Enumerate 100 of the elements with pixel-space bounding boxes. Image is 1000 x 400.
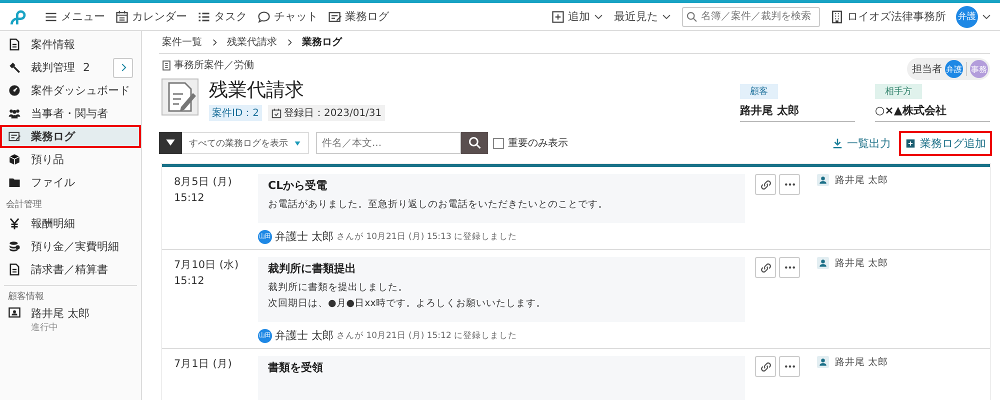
plus-square-icon bbox=[551, 10, 565, 24]
more-icon bbox=[784, 365, 794, 368]
speech-bubble-icon bbox=[257, 10, 271, 24]
party-name[interactable]: 路井尾 太郎 bbox=[740, 103, 855, 118]
link-button[interactable] bbox=[755, 356, 776, 377]
person-icon bbox=[817, 174, 829, 186]
search-field[interactable]: 件名／本文... bbox=[316, 132, 461, 154]
sidebar-item-label: 路井尾 太郎 bbox=[31, 306, 90, 321]
entry-time: 15:12 bbox=[174, 191, 206, 206]
entry-time: 15:12 bbox=[174, 274, 206, 289]
breadcrumb-link[interactable]: 業務ログ bbox=[302, 35, 342, 49]
gavel-icon bbox=[8, 61, 21, 74]
entry-text: 裁判所に書類を提出しました。 bbox=[268, 281, 409, 295]
export-link[interactable]: 一覧出力 bbox=[828, 132, 895, 154]
section-heading: 会計管理 bbox=[5, 198, 43, 212]
entry-title: 書類を受領 bbox=[268, 360, 324, 375]
breadcrumb-link[interactable]: 残業代請求 bbox=[227, 35, 277, 49]
filter-dropdown[interactable]: すべての業務ログを表示 bbox=[159, 132, 309, 154]
search-field[interactable]: 名簿／案件／裁判を検索 bbox=[682, 6, 820, 26]
sidebar-item[interactable]: 案件ダッシュボード bbox=[0, 79, 141, 102]
role-tag: 相手方 bbox=[875, 84, 922, 99]
author-name: 弁護士 太郎 bbox=[275, 328, 334, 343]
entry-text: 次回期日は、●月●日xx時です。よろしくお願いいたします。 bbox=[268, 297, 547, 311]
recent-dropdown[interactable]: 最近見た bbox=[614, 9, 672, 24]
note-pencil-icon bbox=[8, 130, 21, 143]
checkbox[interactable] bbox=[493, 138, 504, 148]
add-dropdown[interactable]: 追加 bbox=[551, 9, 604, 24]
gauge-icon bbox=[8, 84, 21, 97]
nav-link[interactable]: カレンダー bbox=[115, 9, 187, 24]
entry-date: 7月10日 (水) bbox=[174, 258, 240, 273]
calendar-check-icon bbox=[271, 108, 282, 118]
document-icon bbox=[8, 38, 21, 51]
registered-date-tag: 登録日：2023/01/31 bbox=[268, 105, 385, 121]
status-label: 進行中 bbox=[31, 322, 59, 334]
entry-date: 8月5日 (月) bbox=[174, 175, 233, 190]
note-pencil-icon bbox=[328, 10, 342, 24]
role-tag: 顧客 bbox=[740, 84, 778, 99]
checkbox-label: 重要のみ表示 bbox=[508, 136, 568, 150]
sidebar-item[interactable]: 請求書／精算書 bbox=[0, 258, 141, 281]
building-icon bbox=[161, 60, 172, 70]
sidebar-item[interactable]: 当事者・関与者 bbox=[0, 102, 141, 125]
sidebar-item[interactable]: 路井尾 太郎 進行中 bbox=[4, 304, 137, 336]
entry-card[interactable]: CLから受電 お電話がありました。至急折り返しのお電話をいただきたいとのことです。 bbox=[258, 174, 745, 223]
registered-note: さんが 10月21日 (月) 15:12 に登録しました bbox=[336, 330, 518, 342]
assignee-label: 担当者 bbox=[912, 62, 942, 76]
nav-link[interactable]: タスク bbox=[197, 9, 247, 24]
more-button[interactable] bbox=[779, 174, 800, 195]
registered-note: さんが 10月21日 (月) 15:13 に登録しました bbox=[336, 230, 518, 242]
building-icon bbox=[830, 10, 844, 24]
entry-card[interactable]: 裁判所に書類提出 裁判所に書類を提出しました。 次回期日は、●月●日xx時です。よろしくお願いいたします。 bbox=[258, 257, 745, 322]
office-link[interactable]: ロイオズ法律事務所 bbox=[830, 9, 946, 24]
sidebar-item[interactable]: 案件情報 bbox=[0, 33, 141, 56]
add-log-button[interactable]: 業務ログ追加 bbox=[901, 132, 990, 154]
assignee-avatar[interactable]: 弁護 bbox=[945, 60, 963, 78]
user-menu[interactable]: 弁護 bbox=[956, 6, 992, 28]
sidebar-item[interactable]: 預り品 bbox=[0, 148, 141, 171]
expand-button[interactable] bbox=[113, 58, 133, 78]
calendar-icon bbox=[115, 10, 129, 24]
link-icon bbox=[758, 178, 772, 192]
search-button[interactable] bbox=[461, 132, 488, 154]
user-avatar: 弁護 bbox=[956, 6, 978, 28]
sidebar-item[interactable]: 裁判管理 2 bbox=[0, 56, 141, 79]
more-icon bbox=[784, 183, 794, 186]
filter-icon bbox=[159, 132, 182, 154]
entry-title: CLから受電 bbox=[268, 178, 328, 193]
link-button[interactable] bbox=[755, 257, 776, 278]
link-icon bbox=[758, 260, 772, 274]
coins-icon bbox=[8, 240, 21, 253]
more-icon bbox=[784, 266, 794, 269]
case-id-tag: 案件ID：2 bbox=[209, 105, 262, 121]
sidebar-item[interactable]: 預り金／実費明細 bbox=[0, 235, 141, 258]
contact-card-icon bbox=[8, 306, 21, 319]
folder-icon bbox=[8, 176, 21, 189]
sidebar-item[interactable]: 業務ログ bbox=[0, 125, 141, 148]
nav-link[interactable]: 業務ログ bbox=[328, 9, 389, 24]
list-icon bbox=[197, 10, 211, 24]
party-name[interactable]: ○×▲株式会社 bbox=[875, 103, 990, 118]
document-pen-icon bbox=[161, 78, 201, 118]
breadcrumb-link[interactable]: 案件一覧 bbox=[162, 35, 202, 49]
more-button[interactable] bbox=[779, 257, 800, 278]
sidebar-item[interactable]: 報酬明細 bbox=[0, 212, 141, 235]
more-button[interactable] bbox=[779, 356, 800, 377]
nav-link[interactable]: メニュー bbox=[44, 9, 105, 24]
count-label: 2 bbox=[83, 61, 90, 74]
client-name: 路井尾 太郎 bbox=[835, 174, 888, 187]
person-icon bbox=[817, 257, 829, 269]
nav-link[interactable]: チャット bbox=[257, 9, 318, 24]
link-button[interactable] bbox=[755, 174, 776, 195]
entry-title: 裁判所に書類提出 bbox=[268, 261, 357, 276]
document-icon bbox=[8, 263, 21, 276]
link-icon bbox=[758, 360, 772, 374]
author-name: 弁護士 太郎 bbox=[275, 229, 334, 244]
entry-card[interactable]: 書類を受領 bbox=[258, 356, 745, 400]
person-icon bbox=[817, 356, 829, 368]
box-icon bbox=[8, 153, 21, 166]
people-icon bbox=[8, 107, 21, 120]
section-heading: 顧客情報 bbox=[7, 290, 45, 304]
client-name: 路井尾 太郎 bbox=[835, 257, 888, 270]
download-icon bbox=[832, 138, 843, 148]
sidebar-item[interactable]: ファイル bbox=[0, 171, 141, 194]
